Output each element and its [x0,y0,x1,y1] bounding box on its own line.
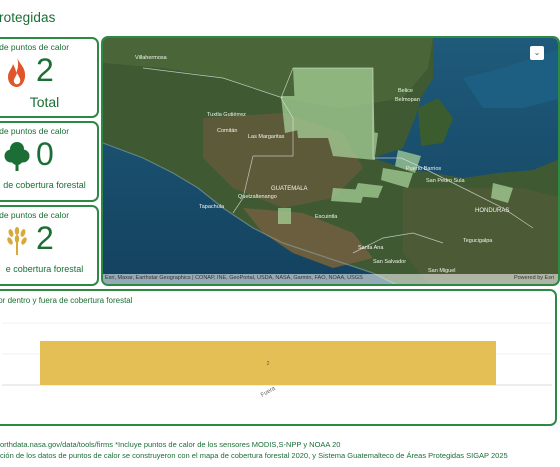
map-label-city: Villahermosa [135,55,167,61]
fire-icon [4,55,30,89]
stat-card-total: o de puntos de calor 2 Total [0,37,99,118]
map-label-city: Escuintla [315,214,338,220]
page-header: rotegidas [0,0,560,34]
stat-card-inside-forest: o de puntos de calor 0 de cobertura fore… [0,121,99,202]
stat-caption: Total [29,94,60,110]
stat-value: 0 [36,136,54,172]
map-label-city: San Salvador [373,259,407,265]
map-label-city: Santa Ana [358,245,384,251]
wheat-icon [4,223,30,257]
expand-button[interactable]: ⌄ [530,46,544,60]
chart-card: alor dentro y fuera de cobertura foresta… [0,289,557,426]
map-label-city: Belice [398,88,413,94]
footer-methodology: ción de los datos de puntos de calor se … [0,451,508,460]
expand-icon: ⌄ [533,48,541,57]
page-title: rotegidas [0,9,56,25]
stat-card-outside-forest: o de puntos de calor 2 e cobertura fores… [0,205,99,286]
tree-icon [4,139,30,173]
map-attribution: Esri, Maxar, Earthstar Geographics | CON… [103,274,558,284]
map-label-city: Quetzaltenango [238,194,277,200]
map-label-country: HONDURAS [475,208,510,214]
map-label-city: Las Margaritas [248,134,285,140]
stat-value: 2 [36,52,54,88]
powered-by-link[interactable]: Powered by Esri [514,275,554,281]
stat-label: o de puntos de calor [0,42,70,52]
chart-tick-label: Fuera [260,385,277,398]
map-view[interactable]: Villahermosa Belice Belmopan Tuxtla Guti… [101,36,560,286]
map-label-city: Tuxtla Gutiérrez [207,112,246,118]
map-label-city: Puerto Barrios [406,166,442,172]
map-label-city: San Pedro Sula [426,178,465,184]
stat-label: o de puntos de calor [0,210,70,220]
footer-source: orthdata.nasa.gov/data/tools/firms *Incl… [0,440,341,449]
bar-chart: 2 Fuera [2,322,552,399]
map-label-city: Tegucigalpa [463,238,493,244]
chart-data-label: 2 [267,361,270,367]
chart-title: alor dentro y fuera de cobertura foresta… [0,296,133,305]
stat-value: 2 [36,220,54,256]
attribution-text: Esri, Maxar, Earthstar Geographics | CON… [105,275,363,281]
stat-label: o de puntos de calor [0,126,70,136]
satellite-basemap[interactable] [103,38,560,286]
stat-caption: de cobertura forestal [3,180,86,190]
map-label-city: Tapachula [199,204,225,210]
map-label-city: Comitán [217,128,238,134]
stat-caption: e cobertura forestal [5,264,84,274]
map-label-country: GUATEMALA [271,186,308,192]
map-label-city: Belmopan [395,97,420,103]
